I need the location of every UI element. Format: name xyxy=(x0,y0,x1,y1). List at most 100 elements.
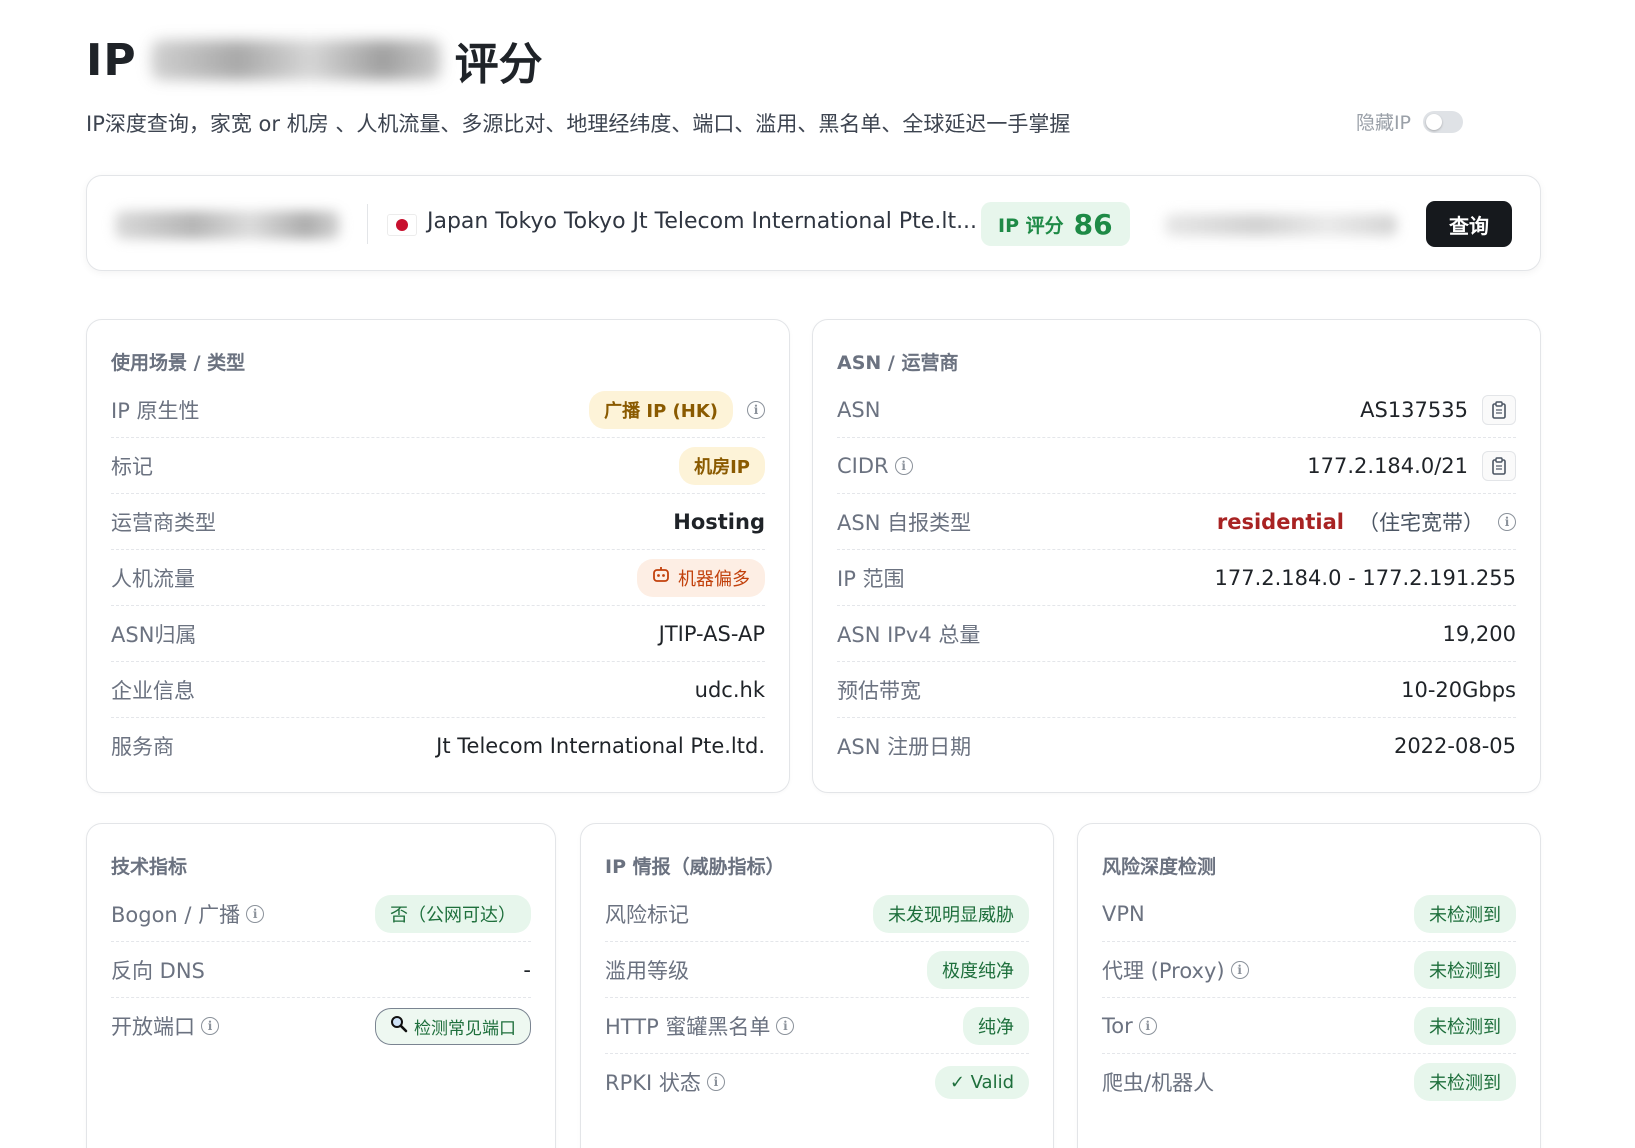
row-provider: 服务商 Jt Telecom International Pte.ltd. xyxy=(111,718,765,774)
risk-tag-badge: 未发现明显威胁 xyxy=(873,894,1029,933)
info-icon[interactable]: i xyxy=(776,1016,795,1035)
blurred-extra-info xyxy=(1165,214,1397,236)
row-company-info: 企业信息 udc.hk xyxy=(111,662,765,718)
row-label: 标记 xyxy=(111,454,153,479)
row-label: 风险标记 xyxy=(605,902,689,927)
row-label: 运营商类型 xyxy=(111,510,216,535)
row-label: 开放端口 xyxy=(111,1015,195,1039)
row-label: ASN 注册日期 xyxy=(837,735,972,759)
hide-ip-toggle[interactable] xyxy=(1423,110,1463,133)
ip-score-badge: IP 评分 86 xyxy=(981,202,1130,246)
tech-metrics-card: 技术指标 Bogon / 广播 i 否（公网可达） 反向 DNS - 开放端口 i … xyxy=(86,823,556,1148)
row-asn: ASN AS137535 xyxy=(837,382,1516,438)
row-label: 代理 (Proxy) xyxy=(1102,958,1225,983)
bandwidth-value: 10-20Gbps xyxy=(1401,677,1516,702)
crawler-badge: 未检测到 xyxy=(1414,1063,1516,1101)
row-isp-type: 运营商类型 Hosting xyxy=(111,494,765,550)
info-icon[interactable]: i xyxy=(706,1073,725,1091)
row-asn-reg-date: ASN 注册日期 2022-08-05 xyxy=(837,718,1516,774)
bot-traffic-text: 机器偏多 xyxy=(678,568,750,590)
row-label: 爬虫/机器人 xyxy=(1102,1071,1215,1095)
info-icon[interactable]: i xyxy=(894,456,913,475)
isp-type-value: Hosting xyxy=(673,509,765,534)
row-ip-nativity: IP 原生性 广播 IP (HK) i xyxy=(111,382,765,438)
divider xyxy=(367,204,368,244)
info-icon[interactable]: i xyxy=(201,1017,219,1035)
row-open-ports: 开放端口 i 检测常见端口 xyxy=(111,998,531,1054)
row-label: ASN归属 xyxy=(111,622,197,647)
copy-icon[interactable] xyxy=(1482,394,1516,425)
row-risk-tag: 风险标记 未发现明显威胁 xyxy=(605,886,1029,942)
info-icon[interactable]: i xyxy=(246,904,265,923)
location-text: Japan Tokyo Tokyo Jt Telecom Internation… xyxy=(427,209,978,234)
broadcast-ip-badge: 广播 IP (HK) xyxy=(589,390,733,429)
datacenter-ip-badge: 机房IP xyxy=(679,446,765,485)
info-icon[interactable]: i xyxy=(1230,960,1249,979)
asn-self-type-value: residential xyxy=(1216,509,1344,534)
intel-card-title: IP 情报（威胁指标） xyxy=(605,856,785,878)
copy-icon[interactable] xyxy=(1482,450,1516,481)
info-icon[interactable]: i xyxy=(1498,512,1516,531)
row-label: VPN xyxy=(1102,901,1145,926)
rpki-badge: ✓ Valid xyxy=(934,1065,1029,1099)
reg-date-value: 2022-08-05 xyxy=(1393,734,1516,758)
provider-value: Jt Telecom International Pte.ltd. xyxy=(436,734,765,758)
asn-self-type-note: （住宅宽带） xyxy=(1358,510,1484,535)
tor-badge: 未检测到 xyxy=(1414,1006,1516,1045)
row-label: ASN xyxy=(837,397,881,422)
company-info-value: udc.hk xyxy=(694,677,765,702)
row-label: ASN IPv4 总量 xyxy=(837,622,981,647)
ip-input-blurred[interactable] xyxy=(115,211,340,239)
abuse-level-badge: 极度纯净 xyxy=(927,950,1029,989)
risk-detection-card: 风险深度检测 VPN 未检测到 代理 (Proxy) i 未检测到 Tor i 未检… xyxy=(1077,823,1541,1148)
search-icon xyxy=(390,1015,408,1038)
vpn-badge: 未检测到 xyxy=(1414,894,1516,933)
risk-card-title: 风险深度检测 xyxy=(1102,856,1217,878)
row-human-bot-traffic: 人机流量 机器偏多 xyxy=(111,550,765,606)
query-button[interactable]: 查询 xyxy=(1426,201,1512,247)
usage-card-title: 使用场景 / 类型 xyxy=(111,352,246,374)
asn-value: AS137535 xyxy=(1360,397,1468,422)
row-proxy: 代理 (Proxy) i 未检测到 xyxy=(1102,942,1516,998)
row-label: 服务商 xyxy=(111,735,174,759)
row-label: ASN 自报类型 xyxy=(837,510,972,535)
hide-ip-label: 隐藏IP xyxy=(1355,112,1411,134)
title-suffix: 评分 xyxy=(454,39,543,90)
row-crawler: 爬虫/机器人 未检测到 xyxy=(1102,1054,1516,1110)
row-label: Tor xyxy=(1102,1013,1133,1038)
row-label: Bogon / 广播 xyxy=(111,902,241,927)
info-icon[interactable]: i xyxy=(747,400,765,419)
row-label: 预估带宽 xyxy=(837,678,921,703)
row-label: 反向 DNS xyxy=(111,958,205,983)
row-vpn: VPN 未检测到 xyxy=(1102,886,1516,942)
reverse-dns-value: - xyxy=(523,957,531,982)
robot-icon xyxy=(652,566,670,589)
row-label: IP 原生性 xyxy=(111,398,200,423)
row-asn-ipv4-total: ASN IPv4 总量 19,200 xyxy=(837,606,1516,662)
asn-isp-card: ASN / 运营商 ASN AS137535 CIDR i 177.2.184.0… xyxy=(812,319,1541,793)
scan-ports-button[interactable]: 检测常见端口 xyxy=(375,1007,531,1045)
title-prefix: IP xyxy=(86,34,137,86)
info-icon[interactable]: i xyxy=(1138,1016,1157,1035)
row-abuse-level: 滥用等级 极度纯净 xyxy=(605,942,1029,998)
row-asn-self-type: ASN 自报类型 residential （住宅宽带） i xyxy=(837,494,1516,550)
row-http-honeypot: HTTP 蜜罐黑名单 i 纯净 xyxy=(605,998,1029,1054)
asn-owner-value: JTIP-AS-AP xyxy=(658,621,765,646)
row-tag: 标记 机房IP xyxy=(111,438,765,494)
tech-card-title: 技术指标 xyxy=(111,856,188,878)
usage-type-card: 使用场景 / 类型 IP 原生性 广播 IP (HK) i 标记 机房IP 运营… xyxy=(86,319,790,793)
ip-score-value: 86 xyxy=(1073,207,1113,241)
page-title: IP 评分 xyxy=(86,30,543,91)
bogon-badge: 否（公网可达） xyxy=(375,894,531,933)
ip-score-label: IP 评分 xyxy=(998,214,1064,237)
row-label: IP 范围 xyxy=(837,566,905,591)
threat-intel-card: IP 情报（威胁指标） 风险标记 未发现明显威胁 滥用等级 极度纯净 HTTP … xyxy=(580,823,1054,1148)
row-label: RPKI 状态 xyxy=(605,1071,701,1095)
page-subtitle: IP深度查询，家宽 or 机房 、人机流量、多源比对、地理经纬度、端口、滥用、黑… xyxy=(86,112,1071,136)
row-label: HTTP 蜜罐黑名单 xyxy=(605,1014,771,1039)
row-bandwidth: 预估带宽 10-20Gbps xyxy=(837,662,1516,718)
row-label: 企业信息 xyxy=(111,678,195,703)
row-tor: Tor i 未检测到 xyxy=(1102,998,1516,1054)
row-asn-owner: ASN归属 JTIP-AS-AP xyxy=(111,606,765,662)
scan-ports-label: 检测常见端口 xyxy=(414,1018,516,1039)
